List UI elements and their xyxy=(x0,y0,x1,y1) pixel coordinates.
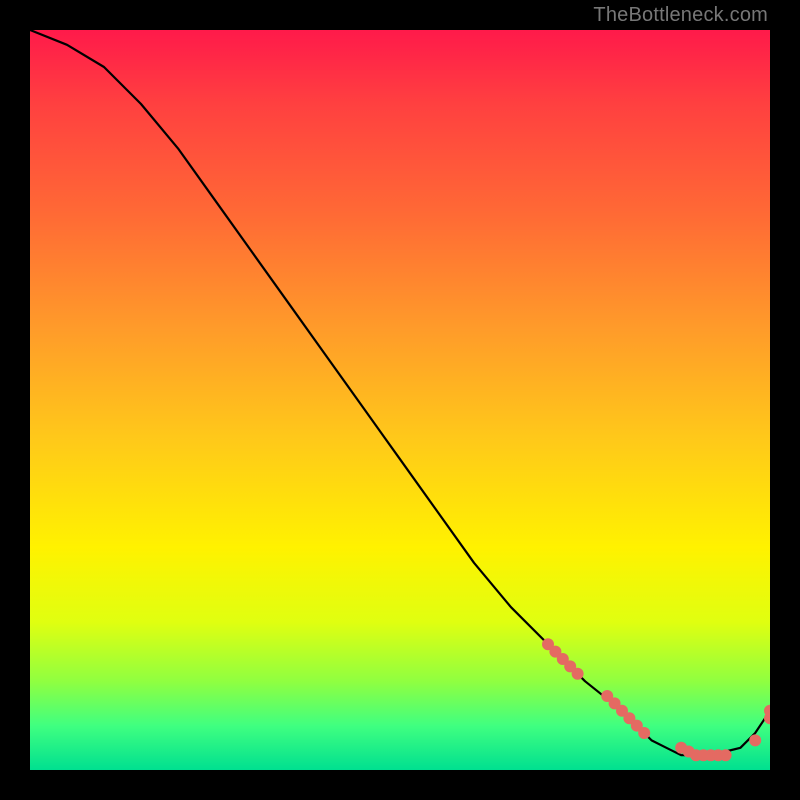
watermark-text: TheBottleneck.com xyxy=(593,4,768,27)
scatter-dot xyxy=(764,705,770,717)
scatter-dot xyxy=(572,668,584,680)
chart-frame: TheBottleneck.com xyxy=(0,0,800,800)
scatter-dot xyxy=(749,734,761,746)
scatter-dot xyxy=(638,727,650,739)
plot-svg xyxy=(30,30,770,770)
plot-area xyxy=(30,30,770,770)
curve-line xyxy=(30,30,770,755)
scatter-dot xyxy=(720,749,732,761)
